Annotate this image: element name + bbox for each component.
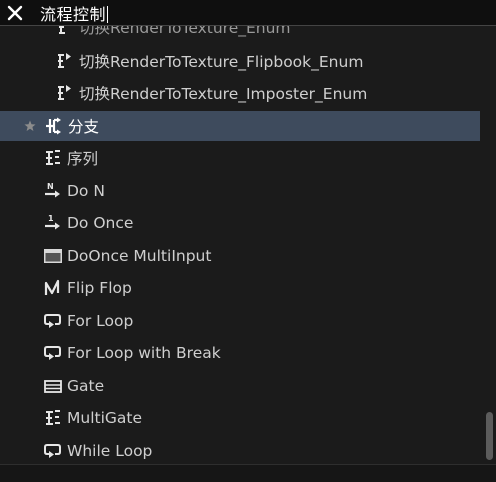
list-item[interactable]: 1 Do Once (0, 208, 480, 238)
branch-icon (44, 116, 64, 136)
loop-icon (43, 343, 63, 363)
sequence-icon (43, 148, 63, 168)
scrollbar-track[interactable] (480, 26, 496, 464)
list-item[interactable]: 切换RenderToTexture_Flipbook_Enum (0, 46, 480, 76)
list-item[interactable]: N Do N (0, 176, 480, 206)
list-item-label: Do N (67, 182, 105, 200)
flip-flop-icon (43, 278, 63, 298)
list-item[interactable]: 序列 (0, 143, 480, 173)
search-input[interactable]: 流程控制 (30, 1, 109, 25)
gate-icon (43, 376, 63, 396)
list-item[interactable]: While Loop (0, 436, 480, 464)
list-item-selected[interactable]: 分支 (0, 111, 480, 141)
close-icon (7, 5, 23, 20)
list-item[interactable]: For Loop (0, 306, 480, 336)
switch-node-icon (55, 83, 75, 103)
switch-node-icon (55, 51, 75, 71)
list-item-label: Gate (67, 377, 105, 395)
list-item-label: DoOnce MultiInput (67, 247, 212, 265)
list-item-label: For Loop with Break (67, 344, 221, 362)
search-query-text: 流程控制 (40, 4, 107, 24)
list-item-label: 切换RenderToTexture_Imposter_Enum (79, 85, 368, 103)
list-item-label: For Loop (67, 312, 134, 330)
list-item-label: 分支 (68, 118, 100, 136)
star-icon[interactable] (24, 120, 36, 132)
sequence-icon (43, 408, 63, 428)
svg-text:N: N (47, 182, 54, 191)
do-n-icon: N (43, 181, 63, 201)
list-item-label: 序列 (67, 150, 99, 168)
scrollbar-thumb[interactable] (486, 412, 493, 460)
list-item-label: 切换RenderToTexture_Flipbook_Enum (79, 53, 364, 71)
text-caret (107, 5, 109, 23)
bottom-bar (0, 464, 496, 482)
search-bar: 流程控制 (0, 0, 496, 26)
list-item[interactable]: DoOnce MultiInput (0, 241, 480, 271)
action-list: 切换RenderToTexture_Enum 切换RenderToTexture… (0, 26, 480, 464)
list-item-label: MultiGate (67, 409, 143, 427)
do-once-multi-input-icon (43, 246, 63, 266)
list-item[interactable]: 切换RenderToTexture_Enum (0, 26, 480, 42)
list-item[interactable]: For Loop with Break (0, 338, 480, 368)
list-item-label: Flip Flop (67, 279, 132, 297)
svg-text:1: 1 (48, 214, 54, 223)
do-once-icon: 1 (43, 213, 63, 233)
clear-search-button[interactable] (0, 0, 30, 26)
loop-icon (43, 311, 63, 331)
list-item[interactable]: 切换RenderToTexture_Imposter_Enum (0, 78, 480, 108)
switch-node-icon (55, 26, 75, 37)
list-item-label: Do Once (67, 214, 134, 232)
list-item-label: While Loop (67, 442, 153, 460)
list-item[interactable]: MultiGate (0, 403, 480, 433)
list-item[interactable]: Flip Flop (0, 273, 480, 303)
list-item[interactable]: Gate (0, 371, 480, 401)
loop-icon (43, 441, 63, 461)
list-item-label: 切换RenderToTexture_Enum (79, 26, 291, 37)
